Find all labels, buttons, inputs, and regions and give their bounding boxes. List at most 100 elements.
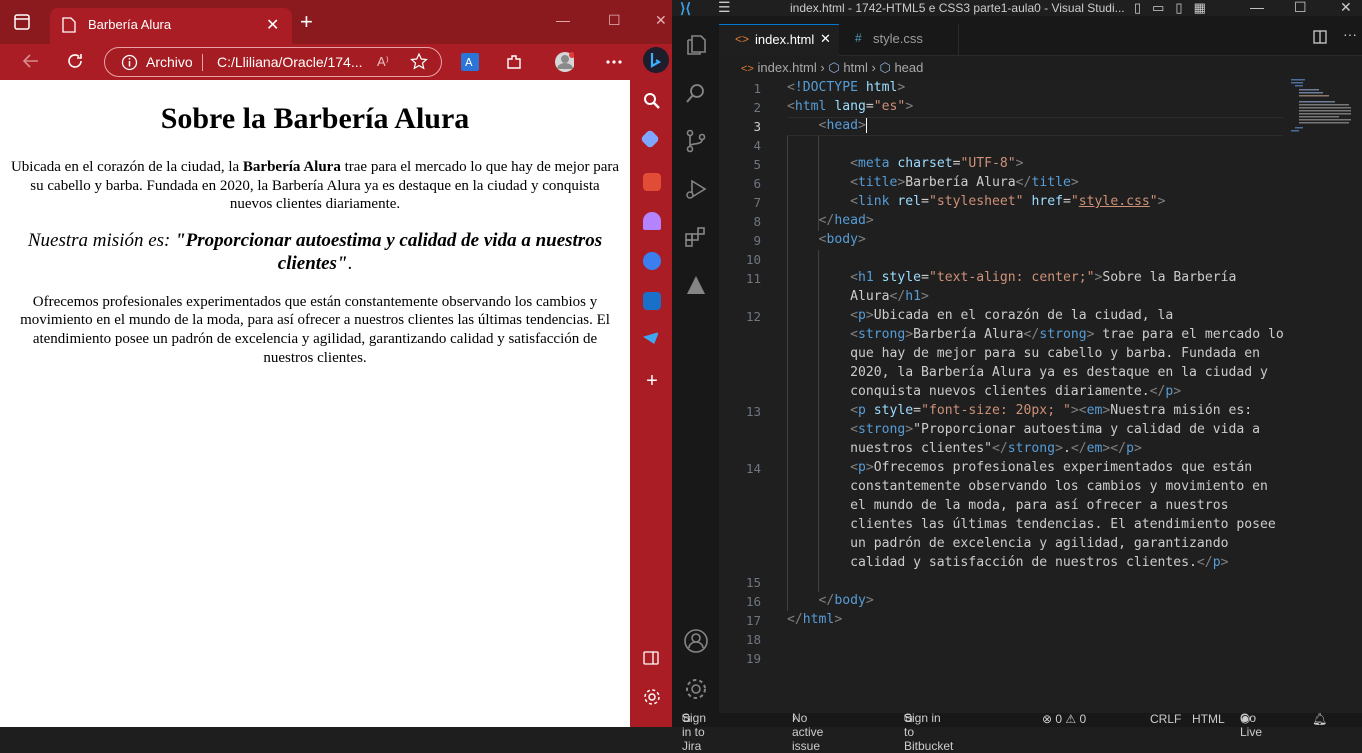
status-issue-label: No active issue (792, 711, 824, 753)
line-number: 9 (753, 233, 761, 248)
breadcrumb-head[interactable]: head (894, 60, 923, 75)
window-title: index.html - 1742-HTML5 e CSS3 parte1-au… (790, 1, 1125, 15)
outlook-icon[interactable] (643, 292, 661, 310)
tools-icon[interactable] (643, 173, 661, 191)
address-url[interactable]: C:/Lliliana/Oracle/174... (217, 54, 363, 70)
status-jira-label: Sign in to Jira (682, 711, 707, 753)
account-icon[interactable] (683, 628, 708, 653)
search-icon[interactable] (643, 92, 661, 110)
code-editor[interactable]: 1 2 3 4 5 6 7 8 9 10 11 12 13 14 15 16 17 18 19 <!DOCTYPE … (719, 79, 1362, 713)
search-icon[interactable] (683, 80, 708, 105)
code-line: <!DOCTYPE html> (787, 80, 906, 95)
tab-index-html[interactable]: <> index.html ✕ (719, 24, 839, 56)
run-debug-icon[interactable] (683, 176, 708, 201)
code-line: </html> (787, 612, 843, 627)
code-line: <title>Barbería Alura</title> (850, 175, 1079, 190)
page-icon (62, 17, 76, 38)
tab-barberia[interactable]: Barbería Alura ✕ (50, 8, 292, 44)
menu-hamburger-icon[interactable]: ☰ (718, 0, 731, 16)
info-icon[interactable] (121, 54, 138, 76)
translate-icon[interactable]: A (460, 52, 480, 72)
close-window-button[interactable]: ✕ (655, 12, 667, 29)
code-line: <h1 style="text-align: center;">Sobre la… (850, 270, 1237, 285)
profile-avatar[interactable] (554, 52, 574, 72)
read-aloud-icon[interactable]: A⁾ (377, 54, 389, 70)
sidebar-toggle-icon[interactable] (643, 650, 661, 668)
source-control-icon[interactable] (683, 128, 708, 153)
code-line: conquista nuevos clientes diariamente.</… (787, 384, 1182, 399)
minimap[interactable] (1291, 79, 1355, 139)
breadcrumb: <> index.html › ⬡ html › ⬡ head (719, 57, 1362, 79)
code-line: <p>Ofrecemos profesionales experimentado… (850, 460, 1253, 475)
extensions-icon[interactable] (683, 224, 708, 249)
bing-chat-icon[interactable] (642, 46, 670, 74)
minimize-button[interactable]: — (556, 12, 570, 28)
drop-send-icon[interactable] (643, 332, 659, 344)
line-number: 18 (745, 632, 761, 647)
code-line: <body> (818, 232, 866, 247)
line-number: 12 (745, 309, 761, 324)
browser-window: Barbería Alura ✕ + — ☐ ✕ Archivo C:/Llil… (0, 0, 672, 727)
notifications-icon[interactable]: 🔔︎ (1312, 712, 1327, 726)
breadcrumb-file[interactable]: index.html (757, 60, 816, 75)
browser-titlebar: Barbería Alura ✕ + — ☐ ✕ (0, 0, 672, 44)
address-divider (202, 54, 203, 71)
atlassian-icon[interactable] (683, 272, 708, 297)
new-tab-button[interactable]: + (300, 11, 313, 33)
address-bar[interactable]: Archivo C:/Lliliana/Oracle/174... A⁾ (104, 47, 442, 77)
line-number: 16 (745, 594, 761, 609)
arrow-left-icon (22, 54, 38, 68)
browser-sidebar: + (630, 80, 672, 727)
add-sidebar-app-icon[interactable]: + (643, 371, 661, 391)
css-file-icon: # (855, 31, 862, 45)
line-number: 3 (753, 119, 761, 134)
vs-close-button[interactable]: ✕ (1340, 0, 1352, 16)
split-editor-icon[interactable] (1313, 30, 1327, 49)
microsoft365-icon[interactable] (643, 252, 661, 270)
vscode-logo-icon: ⟩⟨ (680, 0, 691, 16)
element-icon: ⬡ (828, 60, 840, 75)
back-button[interactable] (22, 52, 40, 75)
status-problems[interactable]: ⊗ 0 ⚠ 0 (1042, 712, 1086, 726)
tab-close-button[interactable]: ✕ (820, 31, 831, 47)
layout-toggle-icons[interactable]: ▯▭▯▦ (1134, 0, 1217, 16)
refresh-button[interactable] (66, 52, 84, 75)
line-number: 4 (753, 138, 761, 153)
vs-minimize-button[interactable]: — (1250, 0, 1264, 15)
line-number: 14 (745, 461, 761, 476)
mission-label: Nuestra misión es: (27, 229, 176, 251)
shopping-tag-icon[interactable] (640, 129, 660, 149)
tab-close-button[interactable]: ✕ (266, 15, 279, 35)
code-line: <link rel="stylesheet" href="style.css"> (850, 194, 1166, 209)
code-line: </body> (818, 593, 874, 608)
address-scheme: Archivo (146, 54, 193, 70)
intro-text-start: Ubicada en el corazón de la ciudad, la (10, 159, 243, 175)
explorer-icon[interactable] (683, 32, 708, 57)
html-file-icon: <> (741, 63, 754, 75)
gear-icon[interactable] (643, 688, 661, 706)
code-line: Alura</h1> (787, 289, 929, 304)
code-line: nuestros clientes"</strong>.</em></p> (787, 441, 1142, 456)
more-options-icon[interactable] (604, 52, 624, 72)
tab-style-css[interactable]: # style.css (839, 24, 959, 56)
page-heading: Sobre la Barbería Alura (160, 102, 470, 135)
vscode-window: ⟩⟨ ☰ index.html - 1742-HTML5 e CSS3 part… (672, 0, 1362, 753)
favorite-star-icon[interactable] (409, 52, 429, 77)
manage-gear-icon[interactable] (683, 676, 708, 701)
line-number: 10 (745, 252, 761, 267)
vs-maximize-button[interactable]: ☐ (1294, 0, 1307, 16)
code-line: que hay de mejor para su cabello y barba… (787, 346, 1260, 361)
games-icon[interactable] (643, 212, 661, 230)
tab-actions-icon[interactable] (12, 12, 32, 32)
status-eol[interactable]: CRLF (1150, 712, 1181, 726)
line-number: 7 (753, 195, 761, 210)
maximize-button[interactable]: ☐ (608, 12, 621, 29)
mission-quote: "Proporcionar autoestima y calidad de vi… (175, 229, 603, 275)
tab-label: style.css (873, 31, 923, 46)
more-actions-icon[interactable]: ··· (1343, 26, 1357, 42)
extensions-icon[interactable] (504, 52, 524, 72)
breadcrumb-html[interactable]: html (843, 60, 868, 75)
intro-paragraph: Ubicada en el corazón de la ciudad, la B… (10, 158, 620, 214)
status-language[interactable]: HTML (1192, 712, 1225, 726)
vscode-titlebar: ⟩⟨ ☰ index.html - 1742-HTML5 e CSS3 part… (672, 0, 1362, 16)
